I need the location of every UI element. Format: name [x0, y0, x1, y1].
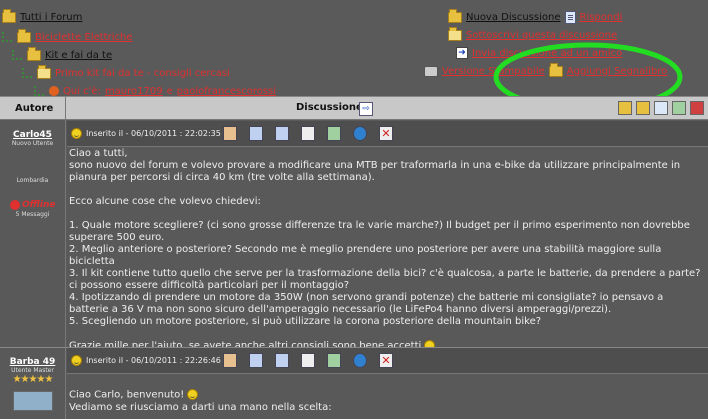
- smiley-icon: [71, 355, 82, 366]
- post-inserted: Inserito il - 06/10/2011 : 22:26:46: [71, 355, 221, 366]
- reply-link[interactable]: Rispondi: [580, 12, 623, 23]
- reply-icon: [564, 10, 576, 24]
- delete-tool-icon[interactable]: [690, 101, 704, 115]
- subscribe-link[interactable]: Sottoscrivi questa discussione: [466, 30, 617, 41]
- post-author-panel: Carlo45 Nuovo Utente Lombardia Offline 5…: [0, 121, 66, 347]
- quote-icon[interactable]: [301, 126, 315, 141]
- author-name-link[interactable]: Barba 49: [10, 357, 56, 367]
- previous-topic-icon[interactable]: ⇨: [359, 102, 373, 116]
- topic-title: Primo kit fai da te - consigli cercasi: [55, 67, 230, 79]
- new-discussion-action[interactable]: Nuova Discussione Rispondi: [448, 8, 667, 24]
- post-line: sono nuovo del forum e volevo provare a …: [69, 160, 681, 183]
- author-header-label: Autore: [15, 103, 54, 114]
- smiley-icon: [187, 389, 199, 400]
- folder-icon: [27, 46, 41, 61]
- breadcrumb-item-all-forums[interactable]: Tutti i Forum: [2, 8, 276, 24]
- reply-quote-icon[interactable]: [327, 353, 341, 368]
- post-author-panel: Barba 49 Utente Master ★★★★★: [0, 348, 66, 419]
- header-tools: [618, 101, 704, 115]
- author-rank: Utente Master: [11, 367, 54, 374]
- tree-line-icon: [22, 68, 32, 78]
- discussion-table: Autore Discussione ⇨ Carlo45 Nuovo Utent…: [0, 96, 708, 419]
- author-status: Offline: [0, 200, 65, 210]
- printer-icon: [424, 65, 438, 77]
- send-arrow-icon: ➜: [456, 47, 468, 59]
- author-rank: Nuovo Utente: [11, 140, 54, 147]
- breadcrumb: Tutti i Forum Biciclette Elettriche Kit …: [2, 8, 276, 98]
- breadcrumb-item-topic: Primo kit fai da te - consigli cercasi: [22, 64, 276, 80]
- private-message-icon[interactable]: [249, 353, 263, 368]
- offline-icon: [10, 200, 20, 210]
- breadcrumb-link[interactable]: Tutti i Forum: [20, 12, 82, 23]
- users-icon: [49, 86, 59, 96]
- email-icon[interactable]: [275, 353, 289, 368]
- folder-icon: [17, 28, 31, 43]
- online-user-link[interactable]: paolofrancescorossi: [177, 86, 276, 97]
- post-inserted: Inserito il - 06/10/2011 : 22:02:35: [71, 128, 221, 139]
- post-body: Ciao a tutti, sono nuovo del forum e vol…: [67, 148, 708, 352]
- post-line: 2. Meglio anteriore o posteriore? Second…: [69, 244, 662, 267]
- post-line: Ciao Carlo, benvenuto!: [69, 389, 185, 401]
- profile-icon[interactable]: [223, 353, 237, 368]
- delete-icon[interactable]: ✕: [379, 126, 393, 141]
- post-line: Ciao a tutti,: [69, 148, 128, 159]
- edit-tool-icon[interactable]: [654, 101, 668, 115]
- subscribe-icon: [448, 26, 462, 41]
- post-line: 1. Quale motore scegliere? (ci sono gros…: [69, 220, 690, 243]
- folder-icon: [2, 8, 16, 23]
- email-icon[interactable]: [275, 126, 289, 141]
- breadcrumb-link[interactable]: Kit e fai da te: [45, 50, 112, 61]
- tree-line-icon: [2, 32, 12, 42]
- post-text: Ciao a tutti, sono nuovo del forum e vol…: [69, 148, 701, 353]
- breadcrumb-link[interactable]: Biciclette Elettriche: [35, 32, 133, 43]
- post-timestamp: Inserito il - 06/10/2011 : 22:02:35: [86, 129, 221, 138]
- author-message-count: 5 Messaggi: [15, 211, 50, 218]
- post-line-first: Ciao Carlo, benvenuto!: [69, 389, 701, 402]
- avatar: [12, 391, 53, 411]
- post-tools: ✕: [223, 353, 393, 368]
- discussion-header-label: Discussione: [296, 102, 363, 113]
- author-name-link[interactable]: Carlo45: [13, 130, 52, 140]
- post-text: Ciao Carlo, benvenuto! Vediamo se riusci…: [69, 389, 701, 414]
- new-topic-icon: [448, 8, 462, 23]
- post-line: Vediamo se riusciamo a darti una mano ne…: [69, 401, 332, 413]
- globe-icon[interactable]: [353, 353, 367, 368]
- tree-line-icon: [34, 86, 44, 96]
- tree-line-icon: [12, 50, 22, 60]
- new-discussion-link[interactable]: Nuova Discussione: [466, 12, 561, 23]
- profile-icon[interactable]: [223, 126, 237, 141]
- table-header: Autore Discussione ⇨: [0, 96, 708, 121]
- open-folder-icon: [37, 64, 51, 79]
- post-line: 3. Il kit contiene tutto quello che serv…: [69, 268, 701, 291]
- post-line: 4. Ipotizzando di prendere un motore da …: [69, 292, 664, 315]
- post-line: [69, 328, 701, 340]
- post-line: 5. Scegliendo un motore posteriore, si p…: [69, 316, 542, 327]
- rank-stars-icon: ★★★★★: [12, 374, 54, 385]
- post-line: [69, 184, 701, 196]
- post-body: Ciao Carlo, benvenuto! Vediamo se riusci…: [67, 375, 708, 419]
- post-line: [69, 208, 701, 220]
- author-column-header: Autore: [0, 97, 66, 121]
- post-header: Inserito il - 06/10/2011 : 22:02:35 ✕: [67, 121, 708, 147]
- private-message-icon[interactable]: [249, 126, 263, 141]
- folder-tool-icon[interactable]: [618, 101, 632, 115]
- delete-icon[interactable]: ✕: [379, 353, 393, 368]
- online-prefix: Qui c'è:: [63, 85, 101, 97]
- post-timestamp: Inserito il - 06/10/2011 : 22:26:46: [86, 356, 221, 365]
- online-user-link[interactable]: mauro1709: [105, 86, 163, 97]
- online-separator: e: [166, 85, 173, 97]
- globe-icon[interactable]: [353, 126, 367, 141]
- move-tool-icon[interactable]: [672, 101, 686, 115]
- breadcrumb-item-kit[interactable]: Kit e fai da te: [12, 46, 276, 62]
- smiley-icon: [71, 128, 82, 139]
- offline-label: Offline: [22, 200, 56, 210]
- breadcrumb-item-electric-bikes[interactable]: Biciclette Elettriche: [2, 28, 276, 44]
- reply-quote-icon[interactable]: [327, 126, 341, 141]
- author-location: Lombardia: [16, 177, 49, 184]
- post-line: Ecco alcune cose che volevo chiedevi:: [69, 196, 261, 207]
- post-tools: ✕: [223, 126, 393, 141]
- folder-open-tool-icon[interactable]: [636, 101, 650, 115]
- quote-icon[interactable]: [301, 353, 315, 368]
- post-header: Inserito il - 06/10/2011 : 22:26:46 ✕: [67, 348, 708, 374]
